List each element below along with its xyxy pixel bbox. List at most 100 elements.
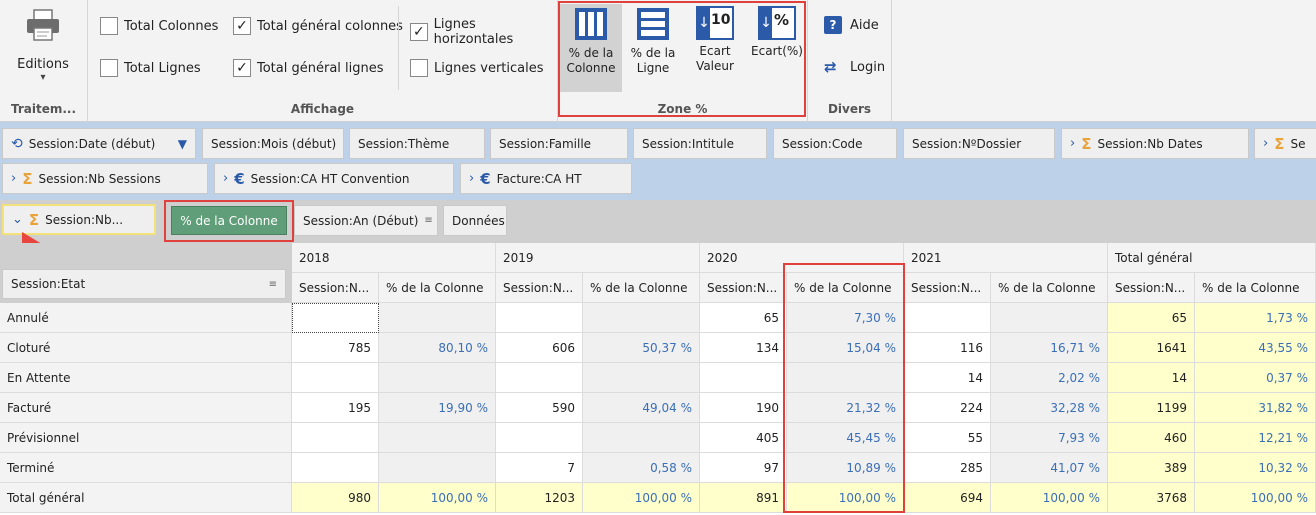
checkbox-label: Total Colonnes [124,18,219,34]
field-session-mois-debut[interactable]: Session:Mois (début) [202,128,344,159]
field-label: Session:Date (début) [28,136,156,151]
row-label: Cloturé [0,333,292,363]
year-header: 2018 [292,243,496,273]
checkbox-lignes-verticales[interactable]: Lignes verticales [410,59,544,77]
group-affichage: Total Colonnes Total Lignes ✓ Total géné… [88,0,558,122]
ecart-pct-button[interactable]: ↓ % Ecart(%) [746,4,808,92]
pct-cell: 80,10 % [379,333,496,363]
sort-icon[interactable]: ≡ [424,215,432,226]
pct-cell: 0,58 % [583,453,700,483]
value-cell: 14 [1108,363,1195,393]
field-truncated[interactable]: › Σ Se [1254,128,1316,159]
value-column-header: Session:N... [904,273,991,303]
field-label: Session:Nb Sessions [38,171,161,186]
field-label: Session:An (Début) [303,213,419,228]
checkbox-label: Lignes verticales [434,60,544,76]
value-column-header: Session:N... [496,273,583,303]
total-row-label: Total général [0,483,292,513]
editions-button[interactable]: Editions ▾ [6,4,80,92]
field-session-famille[interactable]: Session:Famille [490,128,628,159]
checkbox-total-colonnes[interactable]: Total Colonnes [100,17,218,35]
donnees-button[interactable]: Données [443,205,507,236]
checkbox-total-general-colonnes[interactable]: ✓ Total général colonnes [233,17,403,35]
chevron-right-icon[interactable]: › [11,171,16,186]
pct-cell: 45,45 % [787,423,904,453]
year-header: 2019 [496,243,700,273]
col-field-session-an[interactable]: Session:An (Début) ≡ [294,205,438,236]
field-session-nb-sessions[interactable]: › Σ Session:Nb Sessions [2,163,208,194]
aide-button[interactable]: ? Aide [824,16,879,34]
value-cell: 7 [496,453,583,483]
pct-cell: 15,04 % [787,333,904,363]
total-pct-cell: 100,00 % [1195,483,1316,513]
pct-cell [583,363,700,393]
sort-icon[interactable]: ≡ [269,279,277,290]
value-cell: 97 [700,453,787,483]
total-value-cell: 694 [904,483,991,513]
group-zone-pct: % de la Colonne % de la Ligne ↓ 10 Ecart… [558,0,808,122]
field-session-ca-ht-convention[interactable]: › € Session:CA HT Convention [214,163,454,194]
value-cell: 785 [292,333,379,363]
pct-colonne-button[interactable]: % de la Colonne [560,4,622,92]
ecart-valeur-button[interactable]: ↓ 10 Ecart Valeur [684,4,746,92]
field-label: Session:Etat [11,277,86,291]
checkbox-box[interactable] [100,59,118,77]
value-cell: 14 [904,363,991,393]
checkmark-icon[interactable]: ✓ [233,59,251,77]
chevron-right-icon[interactable]: › [469,171,474,186]
pct-column-header: % de la Colonne [583,273,700,303]
field-session-code[interactable]: Session:Code [773,128,897,159]
sigma-icon: Σ [28,210,40,229]
row-field-session-etat[interactable]: Session:Etat ≡ [2,269,286,299]
field-session-nodossier[interactable]: Session:NºDossier [903,128,1055,159]
total-value-cell: 980 [292,483,379,513]
total-pct-cell: 100,00 % [379,483,496,513]
chevron-right-icon[interactable]: › [1070,136,1075,151]
pct-cell [991,303,1108,333]
pct-cell [583,423,700,453]
checkmark-icon[interactable]: ✓ [410,23,428,41]
pct-ligne-button[interactable]: % de la Ligne [622,4,684,92]
field-session-intitule[interactable]: Session:Intitule [633,128,767,159]
pct-cell: 0,37 % [1195,363,1316,393]
field-session-nb-dates[interactable]: › Σ Session:Nb Dates [1061,128,1249,159]
value-cell [292,363,379,393]
chevron-right-icon[interactable]: › [1263,136,1268,151]
pivot-header-strip: ⌄ Σ Session:Nb... % de la Colonne Sessio… [0,200,1316,243]
field-session-theme[interactable]: Session:Thème [349,128,485,159]
value-cell: 460 [1108,423,1195,453]
value-cell: 190 [700,393,787,423]
pct-colonne-tag-button[interactable]: % de la Colonne [171,206,287,235]
pct-button-label: % de la Colonne [180,213,278,228]
checkmark-icon[interactable]: ✓ [233,17,251,35]
checkbox-box[interactable] [410,59,428,77]
login-button[interactable]: ⇄ Login [824,58,885,76]
checkbox-box[interactable] [100,17,118,35]
rows-icon [637,8,669,40]
pct-column-header: % de la Colonne [1195,273,1316,303]
pct-column-header: % de la Colonne [379,273,496,303]
checkbox-total-general-lignes[interactable]: ✓ Total général lignes [233,59,384,77]
value-column-header: Session:N... [700,273,787,303]
checkbox-lignes-horizontales[interactable]: ✓ Lignes horizontales [410,17,557,47]
field-session-date-debut[interactable]: ⟲ Session:Date (début) ▼ [2,128,196,159]
row-label: Annulé [0,303,292,333]
chevron-down-icon[interactable]: ⌄ [12,212,23,227]
pct-cell: 10,32 % [1195,453,1316,483]
euro-icon: € [234,169,245,188]
checkbox-total-lignes[interactable]: Total Lignes [100,59,201,77]
chevron-right-icon[interactable]: › [223,171,228,186]
value-cell: 1641 [1108,333,1195,363]
pct-cell: 49,04 % [583,393,700,423]
field-label: Données [452,213,505,228]
pivot-grid: Session:Etat ≡ 2018 2019 2020 2021 Total gén… [0,243,1316,515]
field-label: Session:Nb... [45,212,124,227]
pct-cell: 12,21 % [1195,423,1316,453]
field-label: Session:Code [782,136,863,151]
total-pct-cell: 100,00 % [991,483,1108,513]
data-field-session-nb[interactable]: ⌄ Σ Session:Nb... [2,204,156,235]
value-cell [292,453,379,483]
ecart-pct-label: Ecart(%) [751,44,803,58]
field-facture-ca-ht[interactable]: › € Facture:CA HT [460,163,632,194]
filter-icon[interactable]: ▼ [178,137,187,151]
